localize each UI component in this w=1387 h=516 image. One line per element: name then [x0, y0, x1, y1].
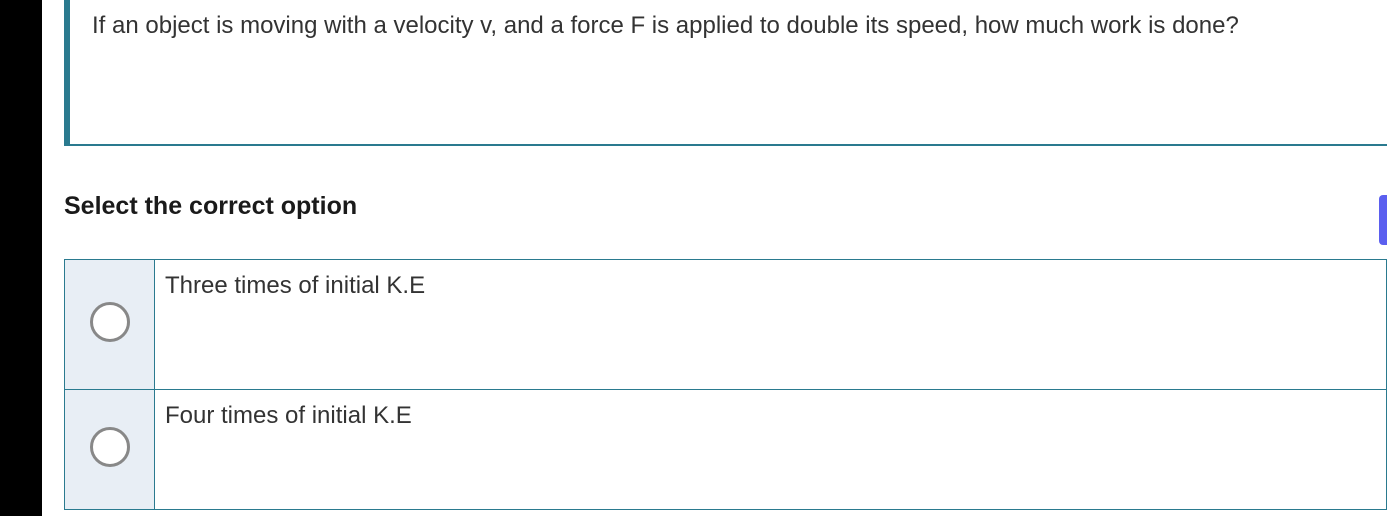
- radio-button-option-2[interactable]: [90, 427, 130, 467]
- question-text: If an object is moving with a velocity v…: [92, 0, 1387, 40]
- scroll-indicator[interactable]: [1379, 195, 1387, 245]
- radio-cell: [65, 260, 155, 390]
- left-sidebar: [0, 0, 42, 516]
- content-area: If an object is moving with a velocity v…: [42, 0, 1387, 516]
- option-row: Four times of initial K.E: [65, 390, 1387, 510]
- radio-button-option-1[interactable]: [90, 302, 130, 342]
- options-table: Three times of initial K.E Four times of…: [64, 259, 1387, 510]
- option-row: Three times of initial K.E: [65, 260, 1387, 390]
- question-box: If an object is moving with a velocity v…: [64, 0, 1387, 146]
- option-text[interactable]: Four times of initial K.E: [155, 390, 1387, 510]
- select-prompt: Select the correct option: [64, 192, 1387, 221]
- option-text[interactable]: Three times of initial K.E: [155, 260, 1387, 390]
- radio-cell: [65, 390, 155, 510]
